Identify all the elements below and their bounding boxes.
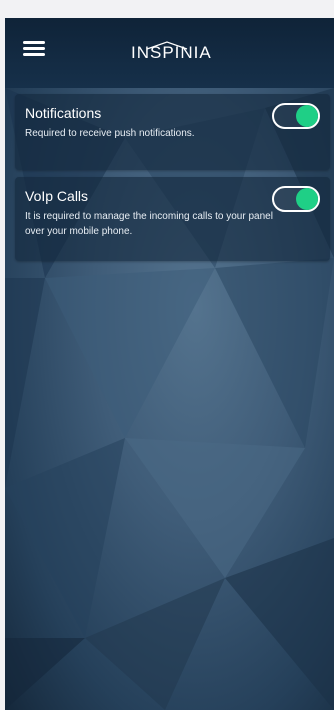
voip-calls-setting-card: VoIp Calls It is required to manage the …	[15, 177, 330, 261]
logo-text: INSPINIA	[131, 43, 212, 62]
notifications-description: Required to receive push notifications.	[25, 128, 195, 139]
voip-calls-toggle[interactable]	[272, 186, 320, 212]
notifications-setting-card: Notifications Required to receive push n…	[15, 94, 330, 170]
voip-calls-toggle-knob	[296, 188, 318, 210]
hamburger-menu-icon[interactable]	[23, 38, 45, 56]
notifications-title: Notifications	[25, 105, 102, 121]
app-header: INSPINIA	[5, 18, 334, 88]
app-screen: INSPINIA Notifications Required to recei…	[5, 18, 334, 710]
notifications-toggle-knob	[296, 105, 318, 127]
voip-calls-title: VoIp Calls	[25, 188, 89, 204]
voip-calls-description: It is required to manage the incoming ca…	[25, 211, 273, 237]
notifications-toggle[interactable]	[272, 103, 320, 129]
inspinia-logo: INSPINIA	[131, 34, 221, 64]
